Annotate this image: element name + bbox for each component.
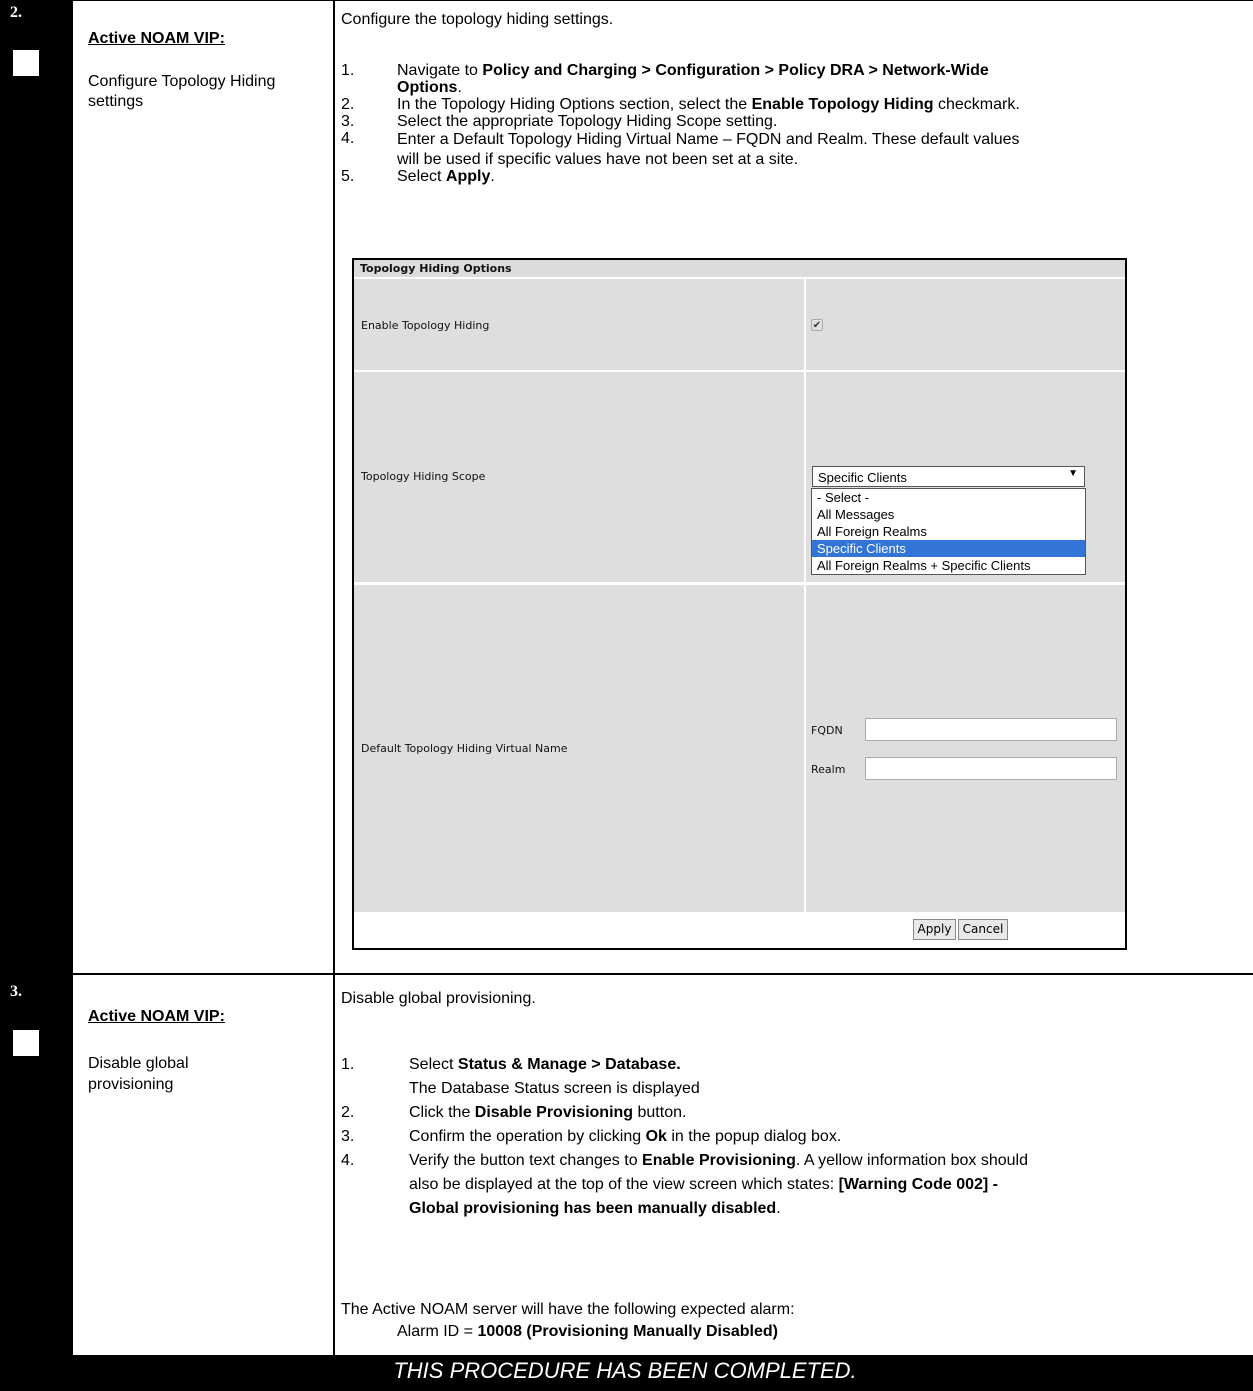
procedure-complete-banner: THIS PROCEDURE HAS BEEN COMPLETED. bbox=[393, 1358, 857, 1383]
chevron-down-icon: ▼ bbox=[1068, 468, 1078, 479]
enable-topology-hiding-checkbox[interactable]: ✔ bbox=[811, 319, 823, 331]
list-item: 4. Enter a Default Topology Hiding Virtu… bbox=[341, 130, 1020, 168]
realm-input[interactable] bbox=[865, 757, 1117, 780]
virtual-name-label: Default Topology Hiding Virtual Name bbox=[361, 742, 568, 755]
instruction-list: 1. Select Status & Manage > Database. The… bbox=[341, 1053, 1246, 1221]
step-title: Active NOAM VIP: bbox=[88, 30, 225, 47]
dropdown-option[interactable]: All Messages bbox=[812, 506, 1085, 523]
list-item: 1. Select Status & Manage > Database. The… bbox=[341, 1056, 700, 1097]
step-number: 2. bbox=[10, 4, 22, 21]
step-checkbox[interactable] bbox=[13, 1030, 39, 1056]
realm-label: Realm bbox=[811, 763, 846, 776]
table-top-border bbox=[0, 0, 1253, 1]
dropdown-option[interactable]: - Select - bbox=[812, 489, 1085, 506]
row-divider bbox=[73, 973, 1253, 975]
step-description: Configure Topology Hiding settings bbox=[88, 73, 276, 110]
list-item: 4. Verify the button text changes to Ena… bbox=[341, 1152, 1028, 1217]
dropdown-option-selected[interactable]: Specific Clients bbox=[812, 540, 1085, 557]
step-checkbox[interactable] bbox=[13, 50, 39, 76]
enable-topology-hiding-label: Enable Topology Hiding bbox=[361, 319, 490, 332]
list-item: 2. In the Topology Hiding Options sectio… bbox=[341, 96, 1020, 113]
cancel-button[interactable]: Cancel bbox=[958, 919, 1008, 940]
topology-hiding-scope-select[interactable]: Specific Clients ▼ bbox=[812, 466, 1085, 487]
step-title: Active NOAM VIP: bbox=[88, 1008, 225, 1025]
list-item: 1. Navigate to Policy and Charging > Con… bbox=[341, 62, 989, 96]
step-number-column bbox=[0, 0, 73, 1355]
value-cell bbox=[806, 585, 1125, 912]
step-intro: Configure the topology hiding settings. bbox=[341, 11, 614, 28]
list-item: 3. Confirm the operation by clicking Ok … bbox=[341, 1128, 842, 1145]
instruction-list: 1. Navigate to Policy and Charging > Con… bbox=[341, 62, 1246, 185]
alarm-intro: The Active NOAM server will have the fol… bbox=[341, 1301, 795, 1318]
dropdown-option[interactable]: All Foreign Realms bbox=[812, 523, 1085, 540]
alarm-id: Alarm ID = 10008 (Provisioning Manually … bbox=[397, 1323, 778, 1340]
list-item: 2. Click the Disable Provisioning button… bbox=[341, 1104, 687, 1121]
column-divider bbox=[333, 0, 335, 1355]
fqdn-label: FQDN bbox=[811, 724, 843, 737]
apply-button[interactable]: Apply bbox=[913, 919, 956, 940]
dropdown-option[interactable]: All Foreign Realms + Specific Clients bbox=[812, 557, 1085, 574]
step-number: 3. bbox=[10, 983, 22, 1000]
scope-dropdown-list: - Select - All Messages All Foreign Real… bbox=[811, 488, 1086, 575]
step-description: Disable global provisioning bbox=[88, 1055, 189, 1093]
section-header: Topology Hiding Options bbox=[354, 260, 1125, 277]
fqdn-input[interactable] bbox=[865, 718, 1117, 741]
value-cell bbox=[806, 279, 1125, 370]
step-intro: Disable global provisioning. bbox=[341, 990, 536, 1007]
list-item: 3. Select the appropriate Topology Hidin… bbox=[341, 113, 778, 130]
list-item: 5. Select Apply. bbox=[341, 168, 495, 185]
topology-hiding-scope-label: Topology Hiding Scope bbox=[361, 470, 486, 483]
